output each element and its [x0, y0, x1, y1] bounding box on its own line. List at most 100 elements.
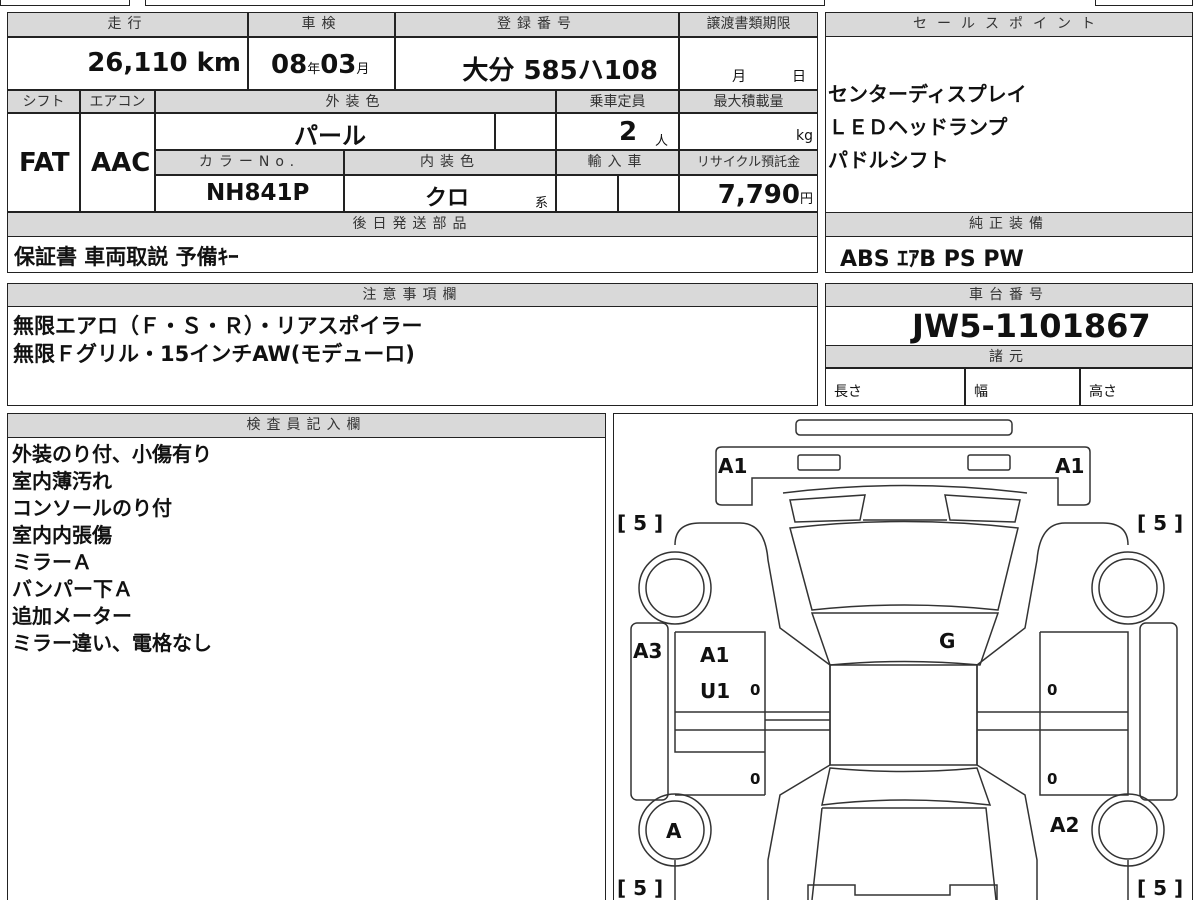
import-cell-2: [618, 175, 679, 212]
ac-header: エアコン: [80, 90, 155, 113]
inspector-line: コンソールのり付: [12, 496, 172, 520]
sales-points-list: センターディスプレイ ＬＥＤヘッドランプ パドルシフト: [828, 78, 1027, 177]
rear-right-wheel-shape: [1098, 800, 1158, 860]
inspection-year: 08: [271, 50, 308, 80]
recycle-header: リサイクル預託金: [679, 150, 818, 175]
inspector-line: 室内内張傷: [12, 523, 112, 547]
registration-value: 大分 585ハ108: [462, 56, 658, 86]
rear-left-wheel-grade: A: [666, 819, 682, 843]
door-mark: 0: [750, 681, 760, 699]
recycle-unit: 円: [799, 192, 813, 207]
inspector-list: 外装のり付、小傷有り 室内薄汚れ コンソールのり付 室内内張傷 ミラーＡ バンパ…: [12, 441, 212, 657]
inspection-month: 03: [320, 50, 357, 80]
transfer-deadline-cell: 月 日: [679, 37, 818, 90]
left-headlight-shape: [797, 454, 841, 471]
notes-header: 注意事項欄: [7, 283, 818, 307]
transfer-day: 日: [792, 69, 806, 85]
exterior-color-cell: パール: [155, 113, 495, 150]
max-load-header: 最大積載量: [679, 90, 818, 113]
rear-left-tire-tread: [ 5 ]: [617, 876, 663, 900]
front-bumper-shape: [715, 446, 1091, 506]
inspector-line: ミラー違い、電格なし: [12, 631, 212, 655]
recycle-cell: 7,790円: [679, 175, 818, 212]
capacity-header: 乗車定員: [556, 90, 679, 113]
interior-color-header: 内装色: [344, 150, 556, 175]
color-no-header: カラーNo.: [155, 150, 344, 175]
sales-point-item: パドルシフト: [828, 148, 949, 172]
max-load-unit: kg: [796, 128, 813, 144]
chassis-number: JW5-1101867: [912, 307, 1151, 345]
inspector-line: 室内薄汚れ: [12, 469, 112, 493]
later-parts-value: 保証書 車両取説 予備ｷｰ: [14, 245, 239, 269]
month-unit: 月: [356, 62, 370, 77]
roof-grade: G: [939, 629, 955, 653]
inspector-header: 検査員記入欄: [7, 413, 606, 438]
note-line: 無限エアロ（Ｆ・Ｓ・Ｒ）・リアスポイラー: [13, 314, 423, 338]
width-label: 幅: [974, 384, 988, 400]
shift-value: FAT: [19, 148, 70, 178]
inspector-line: ミラーＡ: [12, 550, 92, 574]
registration-cell: 大分 585ハ108: [395, 37, 679, 90]
capacity-cell: 2 人: [556, 113, 679, 150]
mileage-value: 26,110: [87, 48, 188, 78]
ac-value: AAC: [91, 148, 151, 178]
right-headlight-shape: [967, 454, 1011, 471]
front-right-tire-tread: [ 5 ]: [1137, 511, 1183, 535]
windshield-shape: [810, 612, 1000, 666]
hood-shape: [789, 520, 1019, 611]
color-no-value: NH841P: [206, 180, 310, 206]
left-sill-grade: A3: [633, 639, 662, 663]
registration-header: 登録番号: [395, 12, 679, 37]
left-front-door-grade-1: A1: [700, 643, 729, 667]
later-parts-header: 後日発送部品: [7, 212, 818, 237]
mileage-unit: km: [196, 48, 241, 78]
shift-header: シフト: [7, 90, 80, 113]
front-right-wheel-shape: [1098, 558, 1158, 618]
shift-cell: FAT: [7, 113, 80, 212]
front-left-wheel-shape: [645, 558, 705, 618]
color-no-cell: NH841P: [155, 175, 344, 212]
sales-point-item: センターディスプレイ: [828, 82, 1027, 106]
rear-right-tire-tread: [ 5 ]: [1137, 876, 1183, 900]
interior-color-suffix: 系: [535, 196, 549, 211]
transfer-month: 月: [732, 69, 746, 85]
door-mark: 0: [750, 770, 760, 788]
rear-spoiler-shape: [795, 419, 1013, 436]
front-left-tire-tread: [ 5 ]: [617, 511, 663, 535]
equipment-header: 純正装備: [825, 212, 1193, 237]
import-cell-1: [556, 175, 618, 212]
spec-header: 諸元: [825, 345, 1193, 368]
roof-shape: [829, 664, 978, 766]
capacity-unit: 人: [655, 134, 669, 149]
exterior-color-extra-cell: [495, 113, 556, 150]
length-cell: 長さ: [825, 368, 965, 406]
auction-sheet: 走行 車検 登録番号 譲渡書類期限 26,110 km 08年03月 大分 58…: [0, 0, 1200, 900]
interior-color-value: クロ: [425, 186, 470, 211]
left-front-door-grade-2: U1: [700, 679, 730, 703]
mileage-header: 走行: [7, 12, 248, 37]
rear-right-grade: A2: [1050, 813, 1079, 837]
length-label: 長さ: [834, 384, 862, 400]
transfer-deadline-header: 譲渡書類期限: [679, 12, 818, 37]
height-cell: 高さ: [1080, 368, 1193, 406]
capacity-value: 2: [619, 117, 638, 147]
equipment-value: ABS ｴｱB PS PW: [840, 247, 1024, 272]
inspection-cell: 08年03月: [248, 37, 395, 90]
year-unit: 年: [307, 62, 321, 77]
ac-cell: AAC: [80, 113, 155, 212]
mileage-cell: 26,110 km: [7, 37, 248, 90]
inspector-line: 外装のり付、小傷有り: [12, 442, 212, 466]
recycle-value: 7,790: [717, 180, 800, 210]
front-left-corner-grade: A1: [718, 454, 747, 478]
note-line: 無限Ｆグリル・15インチAW(モデューロ): [13, 342, 415, 366]
inspection-header: 車検: [248, 12, 395, 37]
door-mark: 0: [1047, 681, 1057, 699]
right-side-sill-shape: [1139, 622, 1178, 801]
top-cutoff-box: [1095, 0, 1193, 6]
interior-color-cell: クロ 系: [344, 175, 556, 212]
front-right-corner-grade: A1: [1055, 454, 1084, 478]
exterior-color-header: 外装色: [155, 90, 556, 113]
notes-list: 無限エアロ（Ｆ・Ｓ・Ｒ）・リアスポイラー 無限Ｆグリル・15インチAW(モデュー…: [13, 312, 423, 368]
height-label: 高さ: [1089, 384, 1117, 400]
sales-points-header: セールスポイント: [825, 12, 1193, 37]
